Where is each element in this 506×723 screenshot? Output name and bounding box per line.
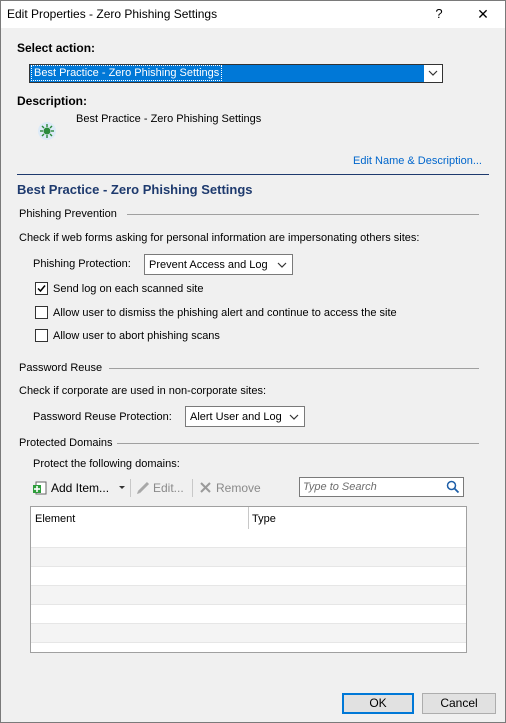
toolbar-separator bbox=[130, 479, 131, 497]
remove-button[interactable]: Remove bbox=[216, 481, 261, 495]
help-button[interactable]: ? bbox=[429, 4, 449, 24]
table-row[interactable] bbox=[31, 642, 466, 652]
table-row[interactable] bbox=[31, 585, 466, 604]
close-button[interactable]: ✕ bbox=[471, 4, 495, 24]
add-item-button[interactable]: Add Item... bbox=[51, 481, 109, 495]
column-separator bbox=[248, 507, 249, 529]
select-action-label: Select action: bbox=[17, 41, 96, 55]
section-title: Best Practice - Zero Phishing Settings bbox=[17, 182, 253, 197]
header-divider bbox=[17, 174, 489, 175]
phishing-protection-value: Prevent Access and Log bbox=[149, 259, 268, 271]
table-row[interactable] bbox=[31, 547, 466, 566]
domains-intro: Protect the following domains: bbox=[33, 458, 180, 470]
cancel-button[interactable]: Cancel bbox=[422, 693, 496, 714]
group-divider bbox=[117, 443, 479, 444]
chevron-down-icon bbox=[289, 414, 299, 420]
checkbox-allow-dismiss[interactable] bbox=[35, 306, 48, 319]
checkbox-allow-dismiss-label: Allow user to dismiss the phishing alert… bbox=[53, 307, 397, 319]
group-protected-domains: Protected Domains bbox=[19, 437, 113, 449]
select-action-dropdown[interactable]: Best Practice - Zero Phishing Settings bbox=[29, 64, 443, 83]
dropdown-arrow-box bbox=[424, 65, 442, 82]
remove-x-icon bbox=[199, 481, 212, 494]
search-icon bbox=[446, 480, 460, 494]
add-item-icon bbox=[33, 480, 48, 495]
chevron-down-icon bbox=[428, 70, 438, 76]
checkbox-send-log-label: Send log on each scanned site bbox=[53, 283, 204, 295]
checkbox-allow-abort[interactable] bbox=[35, 329, 48, 342]
edit-button[interactable]: Edit... bbox=[153, 481, 184, 495]
password-protection-dropdown[interactable]: Alert User and Log bbox=[185, 406, 305, 427]
edit-pencil-icon bbox=[136, 480, 151, 495]
checkmark-icon bbox=[37, 285, 46, 293]
password-protection-value: Alert User and Log bbox=[190, 411, 282, 423]
checkbox-send-log[interactable] bbox=[35, 282, 48, 295]
phishing-protection-dropdown[interactable]: Prevent Access and Log bbox=[144, 254, 293, 275]
group-phishing-prevention: Phishing Prevention bbox=[19, 208, 117, 220]
dialog-window: Edit Properties - Zero Phishing Settings… bbox=[0, 0, 506, 723]
description-label: Description: bbox=[17, 94, 88, 108]
title-bar: Edit Properties - Zero Phishing Settings… bbox=[1, 1, 505, 28]
group-divider bbox=[109, 368, 479, 369]
password-protection-label: Password Reuse Protection: bbox=[33, 411, 172, 423]
edit-name-description-link[interactable]: Edit Name & Description... bbox=[353, 155, 482, 167]
password-intro: Check if corporate are used in non-corpo… bbox=[19, 385, 267, 397]
chevron-down-icon bbox=[277, 262, 287, 268]
table-row[interactable] bbox=[31, 566, 466, 585]
table-header: Element Type bbox=[31, 507, 466, 547]
table-row[interactable] bbox=[31, 623, 466, 642]
group-password-reuse: Password Reuse bbox=[19, 362, 103, 374]
window-title: Edit Properties - Zero Phishing Settings bbox=[7, 7, 218, 21]
phishing-icon bbox=[34, 118, 60, 144]
column-header-type[interactable]: Type bbox=[252, 513, 276, 525]
checkbox-allow-abort-label: Allow user to abort phishing scans bbox=[53, 330, 220, 342]
add-item-dropdown-icon[interactable] bbox=[118, 482, 126, 492]
column-header-element[interactable]: Element bbox=[35, 513, 75, 525]
toolbar-separator bbox=[192, 479, 193, 497]
phishing-intro: Check if web forms asking for personal i… bbox=[19, 232, 420, 244]
ok-button[interactable]: OK bbox=[342, 693, 414, 714]
group-divider bbox=[127, 214, 479, 215]
search-input[interactable]: Type to Search bbox=[299, 477, 464, 497]
description-text: Best Practice - Zero Phishing Settings bbox=[76, 113, 262, 125]
select-action-value: Best Practice - Zero Phishing Settings bbox=[30, 65, 223, 81]
table-row[interactable] bbox=[31, 604, 466, 623]
phishing-protection-label: Phishing Protection: bbox=[33, 258, 131, 270]
domains-table[interactable]: Element Type bbox=[30, 506, 467, 653]
search-placeholder: Type to Search bbox=[303, 481, 377, 493]
